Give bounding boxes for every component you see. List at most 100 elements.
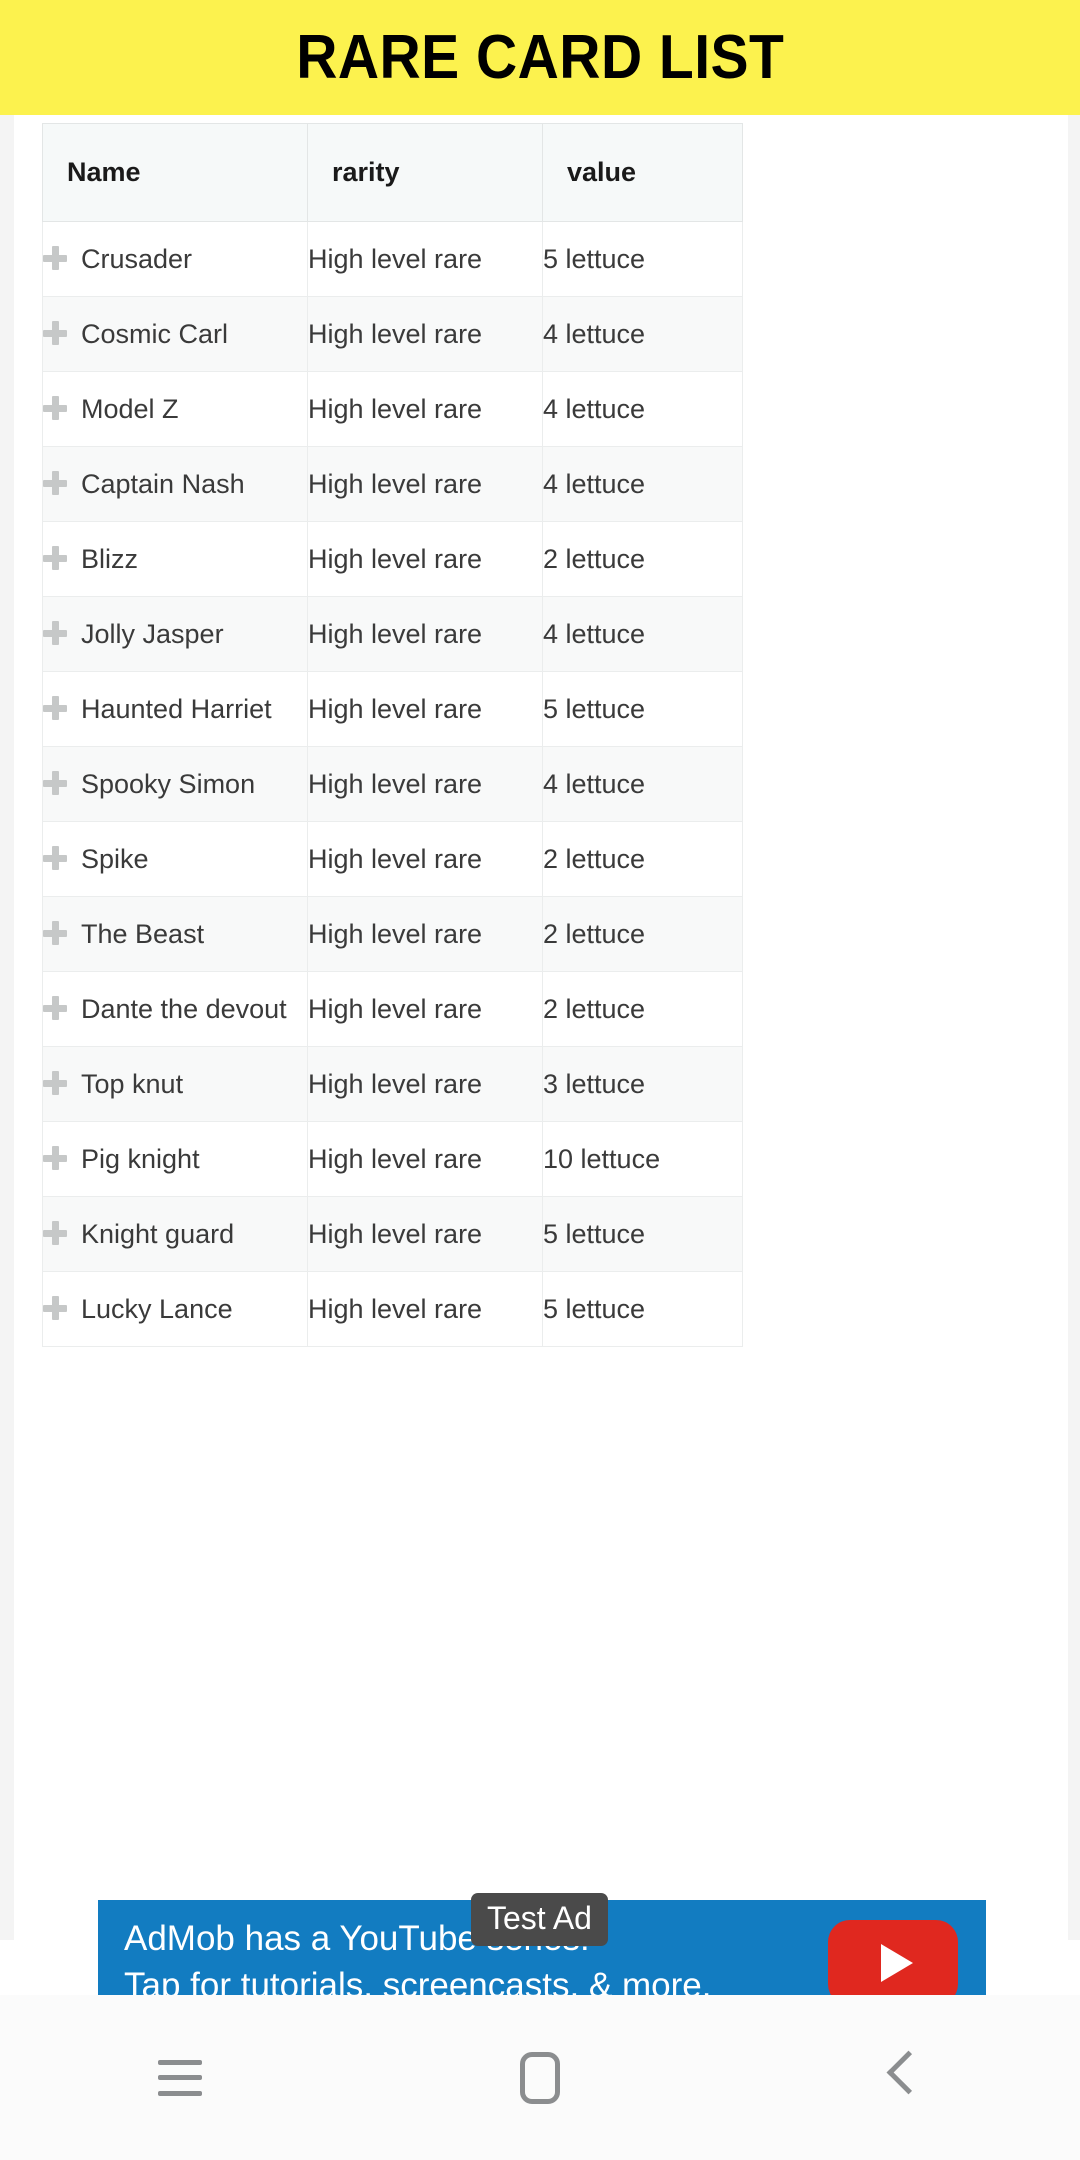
table-body: Crusader High level rare 5 lettuce Cosmic C… (42, 221, 743, 1347)
home-icon (520, 2051, 560, 2104)
column-header-rarity[interactable]: rarity (307, 123, 543, 222)
cell-rarity: High level rare (307, 596, 543, 672)
plus-icon[interactable] (43, 995, 67, 1020)
cell-rarity: High level rare (307, 1196, 543, 1272)
cell-name: Top knut (42, 1046, 308, 1122)
table-row[interactable]: Dante the devout High level rare 2 lettuce (42, 971, 743, 1047)
table-row[interactable]: The Beast High level rare 2 lettuce (42, 896, 743, 972)
card-name: Spooky Simon (81, 768, 256, 799)
cell-value: 4 lettuce (542, 746, 743, 822)
card-name: Spike (81, 843, 149, 874)
app-title-bar: RARE CARD LIST (0, 0, 1080, 115)
cell-value: 4 lettuce (542, 296, 743, 372)
table-head: Name rarity value (42, 123, 743, 222)
card-name: Captain Nash (81, 468, 245, 499)
test-ad-badge: Test Ad (471, 1893, 608, 1946)
plus-icon[interactable] (43, 1295, 67, 1320)
plus-icon[interactable] (43, 1070, 67, 1095)
card-name: The Beast (81, 918, 205, 949)
recents-icon (158, 2059, 202, 2096)
cell-name: Spike (42, 821, 308, 897)
cell-name: Haunted Harriet (42, 671, 308, 747)
plus-icon[interactable] (43, 695, 67, 720)
cell-value: 5 lettuce (542, 221, 743, 297)
cell-rarity: High level rare (307, 1271, 543, 1347)
cell-rarity: High level rare (307, 371, 543, 447)
card-name: Model Z (81, 393, 179, 424)
cell-rarity: High level rare (307, 521, 543, 597)
plus-icon[interactable] (43, 1145, 67, 1170)
cell-value: 5 lettuce (542, 1271, 743, 1347)
cell-value: 4 lettuce (542, 371, 743, 447)
table-row[interactable]: Model Z High level rare 4 lettuce (42, 371, 743, 447)
plus-icon[interactable] (43, 395, 67, 420)
cell-name: Pig knight (42, 1121, 308, 1197)
cell-name: Cosmic Carl (42, 296, 308, 372)
card-name: Pig knight (81, 1143, 200, 1174)
cell-rarity: High level rare (307, 296, 543, 372)
table-row[interactable]: Top knut High level rare 3 lettuce (42, 1046, 743, 1122)
plus-icon[interactable] (43, 620, 67, 645)
cell-name: Dante the devout (42, 971, 308, 1047)
plus-icon[interactable] (43, 1220, 67, 1245)
card-name: Jolly Jasper (81, 618, 224, 649)
cell-name: The Beast (42, 896, 308, 972)
cell-name: Crusader (42, 221, 308, 297)
rare-card-table: Name rarity value Crusader High level rar… (42, 123, 743, 1347)
plus-icon[interactable] (43, 545, 67, 570)
plus-icon[interactable] (43, 845, 67, 870)
table-row[interactable]: Cosmic Carl High level rare 4 lettuce (42, 296, 743, 372)
nav-back-button[interactable] (815, 2023, 985, 2133)
page-margin-right (1068, 115, 1080, 1940)
table-row[interactable]: Lucky Lance High level rare 5 lettuce (42, 1271, 743, 1347)
table-row[interactable]: Haunted Harriet High level rare 5 lettuce (42, 671, 743, 747)
cell-value: 10 lettuce (542, 1121, 743, 1197)
table-row[interactable]: Crusader High level rare 5 lettuce (42, 221, 743, 297)
card-name: Crusader (81, 243, 193, 274)
cell-value: 2 lettuce (542, 521, 743, 597)
nav-home-button[interactable] (455, 2023, 625, 2133)
card-name: Lucky Lance (81, 1293, 233, 1324)
table-row[interactable]: Blizz High level rare 2 lettuce (42, 521, 743, 597)
table-row[interactable]: Knight guard High level rare 5 lettuce (42, 1196, 743, 1272)
cell-rarity: High level rare (307, 896, 543, 972)
nav-recents-button[interactable] (95, 2023, 265, 2133)
cell-value: 3 lettuce (542, 1046, 743, 1122)
table-row[interactable]: Pig knight High level rare 10 lettuce (42, 1121, 743, 1197)
cell-rarity: High level rare (307, 746, 543, 822)
youtube-play-button[interactable] (828, 1919, 958, 2006)
cell-name: Model Z (42, 371, 308, 447)
column-header-value[interactable]: value (542, 123, 743, 222)
cell-value: 5 lettuce (542, 1196, 743, 1272)
cell-name: Blizz (42, 521, 308, 597)
cell-name: Lucky Lance (42, 1271, 308, 1347)
page-title: RARE CARD LIST (295, 23, 785, 92)
android-nav-bar (0, 1995, 1080, 2160)
table-row[interactable]: Spike High level rare 2 lettuce (42, 821, 743, 897)
cell-value: 2 lettuce (542, 821, 743, 897)
plus-icon[interactable] (43, 920, 67, 945)
plus-icon[interactable] (43, 320, 67, 345)
card-name: Cosmic Carl (81, 318, 229, 349)
plus-icon[interactable] (43, 770, 67, 795)
cell-rarity: High level rare (307, 1046, 543, 1122)
cell-value: 2 lettuce (542, 971, 743, 1047)
table-row[interactable]: Spooky Simon High level rare 4 lettuce (42, 746, 743, 822)
back-icon (883, 2051, 917, 2105)
page-content: Name rarity value Crusader High level rar… (0, 115, 1080, 1940)
plus-icon[interactable] (43, 245, 67, 270)
cell-value: 4 lettuce (542, 446, 743, 522)
cell-value: 4 lettuce (542, 596, 743, 672)
cell-name: Jolly Jasper (42, 596, 308, 672)
cell-rarity: High level rare (307, 971, 543, 1047)
table-row[interactable]: Captain Nash High level rare 4 lettuce (42, 446, 743, 522)
cell-rarity: High level rare (307, 821, 543, 897)
cell-name: Spooky Simon (42, 746, 308, 822)
page-margin-left (0, 115, 14, 1940)
table-header-row: Name rarity value (42, 123, 743, 222)
plus-icon[interactable] (43, 470, 67, 495)
table-row[interactable]: Jolly Jasper High level rare 4 lettuce (42, 596, 743, 672)
cell-value: 5 lettuce (542, 671, 743, 747)
column-header-name[interactable]: Name (42, 123, 308, 222)
play-icon (880, 1943, 913, 1982)
